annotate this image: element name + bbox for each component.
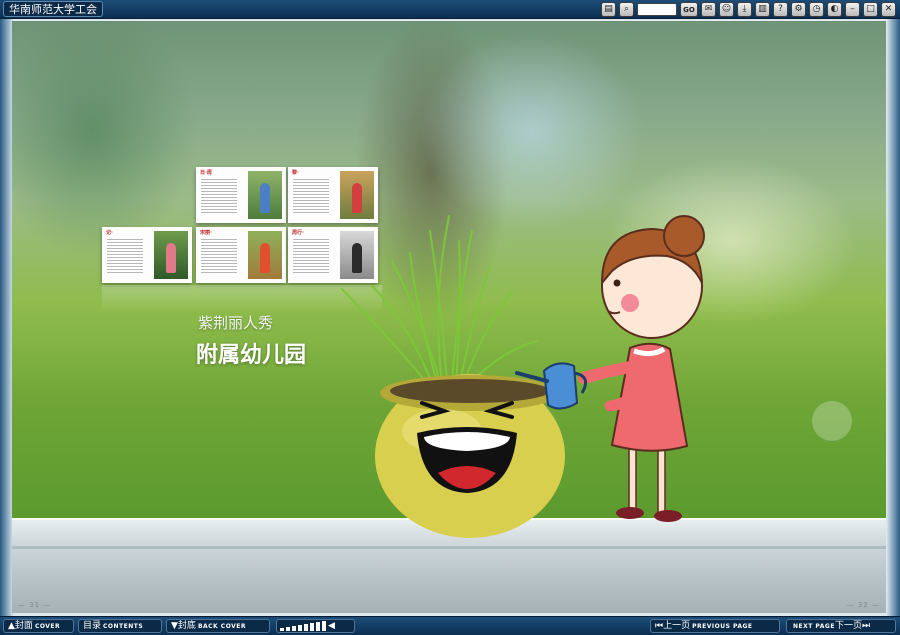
contents-label: 目录: [83, 621, 102, 631]
volume-bar: [292, 626, 296, 631]
left-page-number: — 31 —: [18, 601, 52, 609]
maximize-icon[interactable]: □: [863, 2, 878, 17]
volume-bar: [280, 628, 284, 631]
share-icon[interactable]: ✉: [701, 2, 716, 17]
go-button[interactable]: GO: [680, 2, 698, 17]
back-cover-label: 封底: [177, 621, 196, 631]
page-number-input[interactable]: [637, 3, 677, 16]
next-label: 下一页: [834, 621, 862, 631]
previous-label-en: PREVIOUS PAGE: [692, 623, 753, 630]
previous-page-button[interactable]: ⏮上一页 PREVIOUS PAGE: [650, 619, 780, 633]
top-toolbar: 华南师范大学工会 ▤ ⌕ GO ✉ ☺ ⤓ ▥ ? ⚙ ◷ ◐ – □ ✕: [0, 0, 900, 19]
volume-slider[interactable]: ◀: [276, 619, 355, 633]
back-cover-arrow-icon: ▼: [171, 621, 178, 631]
bottom-toolbar: ▲封面 COVER 目录 CONTENTS ▼封底 BACK COVER ◀ ⏮上一页…: [0, 616, 900, 635]
toolbar-icons: ▤ ⌕ GO ✉ ☺ ⤓ ▥ ? ⚙ ◷ ◐ – □ ✕: [601, 2, 896, 17]
book-page[interactable]: 日·周 黎· 记· 宋丽· 周行· 紫荆丽人秀 附属幼儿园 — 31 — — 3…: [12, 21, 886, 613]
volume-bar: [298, 625, 302, 631]
zoom-icon[interactable]: ⌕: [619, 2, 634, 17]
cover-illustration: [341, 215, 852, 538]
back-cover-label-en: BACK COVER: [197, 623, 247, 630]
cover-label: 封面: [14, 621, 33, 631]
previous-label: 上一页: [663, 621, 691, 631]
settings-icon[interactable]: ⚙: [791, 2, 806, 17]
next-page-button[interactable]: NEXT PAGE下一页⏭: [786, 619, 896, 633]
contents-button[interactable]: 目录 CONTENTS: [78, 619, 162, 633]
minimize-icon[interactable]: –: [845, 2, 860, 17]
cover-button[interactable]: ▲封面 COVER: [3, 619, 74, 633]
close-icon[interactable]: ✕: [881, 2, 896, 17]
smiley-pot-icon: [375, 374, 565, 538]
volume-bar: [322, 621, 326, 631]
volume-bar: [286, 627, 290, 631]
print-icon[interactable]: ▥: [755, 2, 770, 17]
cover-arrow-icon: ▲: [8, 621, 15, 631]
volume-bar: [304, 624, 308, 631]
download-icon[interactable]: ⤓: [737, 2, 752, 17]
next-arrow-icon: ⏭: [861, 621, 871, 631]
next-label-en: NEXT PAGE: [793, 623, 835, 630]
bookmark-icon[interactable]: ▤: [601, 2, 616, 17]
cover-label-en: COVER: [34, 623, 61, 630]
speaker-icon: ◀: [328, 621, 335, 631]
volume-bar: [310, 623, 314, 631]
volume-bar: [316, 622, 320, 631]
right-page-number: — 32 —: [846, 601, 880, 609]
sound-icon[interactable]: ◐: [827, 2, 842, 17]
help-icon[interactable]: ?: [773, 2, 788, 17]
previous-arrow-icon: ⏮: [655, 621, 664, 631]
contents-label-en: CONTENTS: [103, 623, 144, 630]
user-icon[interactable]: ☺: [719, 2, 734, 17]
back-cover-button[interactable]: ▼封底 BACK COVER: [166, 619, 270, 633]
app-title: 华南师范大学工会: [3, 1, 103, 17]
clock-icon[interactable]: ◷: [809, 2, 824, 17]
grass-icon: [341, 215, 538, 384]
